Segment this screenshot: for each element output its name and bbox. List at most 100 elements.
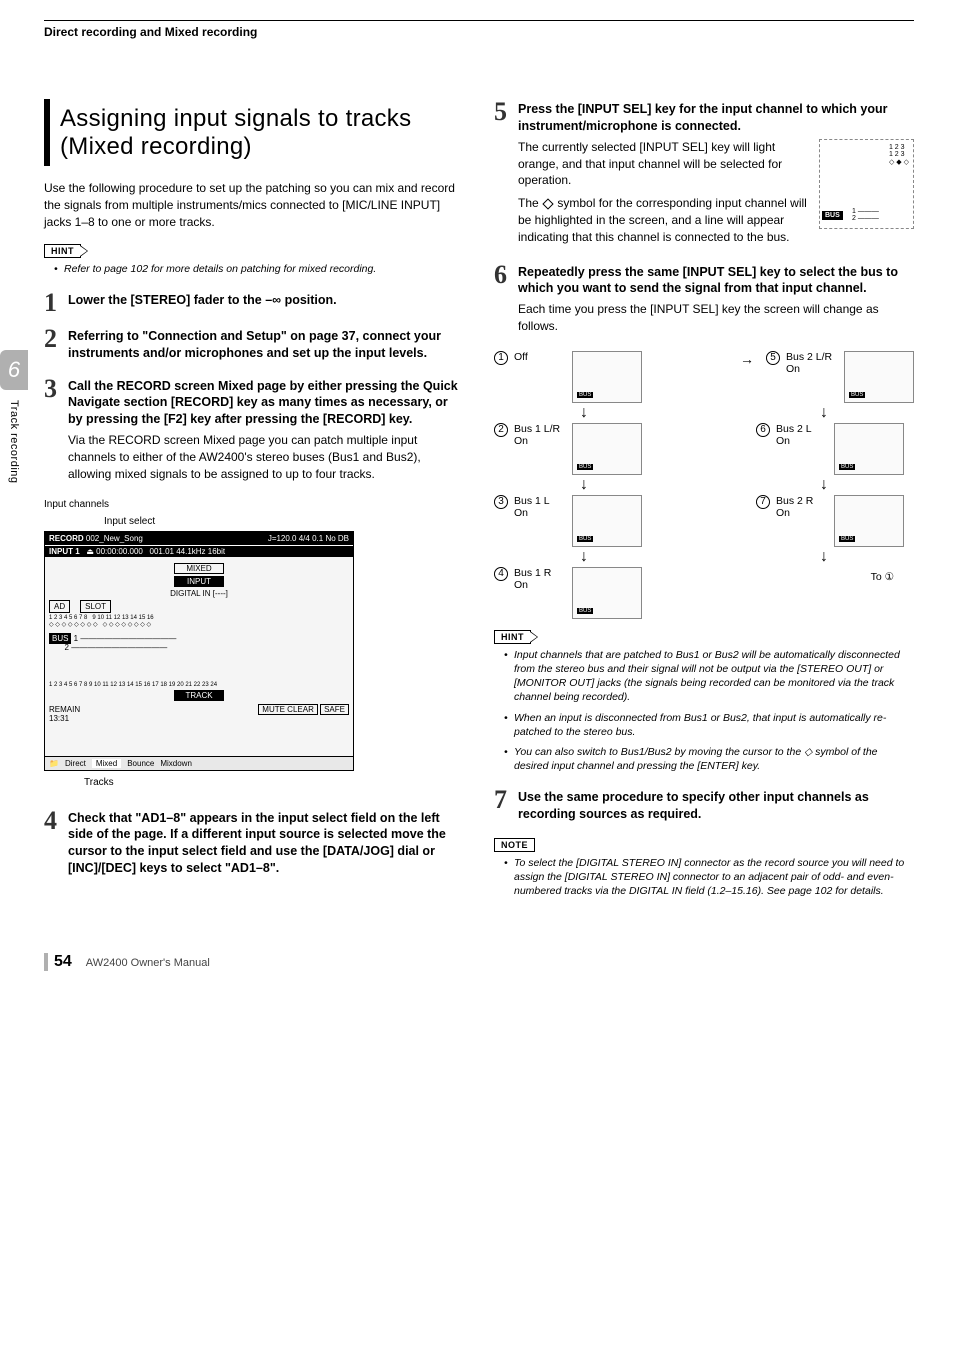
- figure-label-input-select: Input select: [104, 516, 464, 527]
- step-number: 5: [494, 99, 518, 125]
- bus-mini-figure: BUS: [572, 567, 642, 619]
- sh-remain: REMAIN: [49, 705, 80, 714]
- down-arrow-icon: ↓: [494, 477, 674, 493]
- circled-2: 2: [494, 423, 508, 437]
- sh-subtitle: INPUT 1: [49, 547, 80, 556]
- bus-diagram-inline: 1 2 31 2 3◇ ◆ ◇ BUS 1 ———2 ———: [819, 139, 914, 229]
- hint-item: Refer to page 102 for more details on pa…: [54, 262, 464, 276]
- step-2: 2 Referring to "Connection and Setup" on…: [44, 326, 464, 366]
- sh-song: 002_New_Song: [86, 534, 143, 543]
- bus-state-label: Bus 2 R On: [776, 495, 828, 520]
- manual-title: AW2400 Owner's Manual: [86, 957, 210, 969]
- bus-state-label: Bus 2 L/R On: [786, 351, 838, 376]
- step-number: 1: [44, 290, 68, 316]
- bus-mini-figure: BUS: [834, 423, 904, 475]
- step-paragraph: Via the RECORD screen Mixed page you can…: [68, 432, 464, 482]
- page-number: 54: [44, 953, 72, 971]
- bus-chip: BUS: [839, 464, 855, 470]
- circled-3: 3: [494, 495, 508, 509]
- running-head: Direct recording and Mixed recording: [44, 25, 914, 39]
- bus-mini-figure: BUS: [844, 351, 914, 403]
- step-heading: Use the same procedure to specify other …: [518, 789, 914, 823]
- sh-safe: SAFE: [320, 704, 349, 715]
- sh-bus: BUS: [49, 633, 71, 644]
- bus-mini-figure: BUS: [572, 495, 642, 547]
- note-tag: NOTE: [494, 838, 535, 852]
- bus-state-label: Bus 1 R On: [514, 567, 566, 592]
- section-title: Assigning input signals to tracks (Mixed…: [60, 105, 454, 160]
- bus-chip: BUS: [849, 392, 865, 398]
- step-heading: Call the RECORD screen Mixed page by eit…: [68, 378, 464, 429]
- step-7: 7 Use the same procedure to specify othe…: [494, 787, 914, 827]
- sh-tab-direct: Direct: [65, 759, 86, 768]
- step-number: 2: [44, 326, 68, 352]
- bus-mini-figure: BUS: [834, 495, 904, 547]
- right-arrow-icon: →: [740, 351, 754, 367]
- bus-chip: BUS: [577, 392, 593, 398]
- bus-state-grid: 1 Off BUS ↓ 2 Bus 1 L/R On BUS ↓ 3 Bus 1…: [494, 351, 914, 619]
- down-arrow-icon: ↓: [734, 405, 914, 421]
- diamond-icon: [542, 198, 553, 209]
- intro-paragraph: Use the following procedure to set up th…: [44, 180, 464, 230]
- circled-1: 1: [494, 351, 508, 365]
- step-number: 3: [44, 376, 68, 402]
- circled-6: 6: [756, 423, 770, 437]
- sh-remain-val: 13:31: [49, 714, 69, 723]
- step-heading: Press the [INPUT SEL] key for the input …: [518, 101, 914, 135]
- bus-state-label: Bus 2 L On: [776, 423, 828, 448]
- sh-timecode: 00:00:00.000: [96, 547, 143, 556]
- down-arrow-icon: ↓: [734, 477, 914, 493]
- bus-chip: BUS: [577, 608, 593, 614]
- step-4: 4 Check that "AD1–8" appears in the inpu…: [44, 808, 464, 882]
- step-heading: Lower the [STEREO] fader to the –∞ posit…: [68, 292, 464, 309]
- figure-label-input-channels: Input channels: [44, 499, 464, 510]
- record-screen-figure: RECORD 002_New_Song J=120.0 4/4 0.1 No D…: [44, 531, 354, 771]
- bus-state-label: Bus 1 L/R On: [514, 423, 566, 448]
- step-heading: Repeatedly press the same [INPUT SEL] ke…: [518, 264, 914, 298]
- sh-tab-mixed: Mixed: [92, 759, 121, 768]
- circled-5: 5: [766, 351, 780, 365]
- sh-title: RECORD: [49, 534, 84, 543]
- circled-4: 4: [494, 567, 508, 581]
- sh-mixed-label: MIXED: [174, 563, 224, 574]
- to-one-label: To ①: [734, 571, 914, 583]
- hint-tag: HINT: [44, 244, 81, 258]
- step-6: 6 Repeatedly press the same [INPUT SEL] …: [494, 262, 914, 341]
- bus-chip: BUS: [839, 536, 855, 542]
- left-column: Assigning input signals to tracks (Mixed…: [44, 99, 464, 913]
- step-1: 1 Lower the [STEREO] fader to the –∞ pos…: [44, 290, 464, 316]
- step-heading: Referring to "Connection and Setup" on p…: [68, 328, 464, 362]
- bus-chip: BUS: [822, 211, 843, 220]
- down-arrow-icon: ↓: [494, 405, 674, 421]
- side-tab: 6 Track recording: [0, 350, 28, 484]
- sh-slot: SLOT: [80, 600, 111, 613]
- down-arrow-icon: ↓: [734, 549, 914, 565]
- figure-label-tracks: Tracks: [84, 777, 464, 788]
- sh-rate: 001.01 44.1kHz 16bit: [150, 547, 226, 556]
- hint-item: Input channels that are patched to Bus1 …: [504, 648, 914, 705]
- step-number: 6: [494, 262, 518, 288]
- bus-state-label: Bus 1 L On: [514, 495, 566, 520]
- sh-input-label: INPUT: [174, 576, 224, 587]
- circled-7: 7: [756, 495, 770, 509]
- sh-ad: AD: [49, 600, 70, 613]
- down-arrow-icon: ↓: [494, 549, 674, 565]
- note-box: NOTE To select the [DIGITAL STEREO IN] c…: [494, 837, 914, 899]
- sh-tempo: J=120.0 4/4: [268, 534, 310, 543]
- sh-digital-in: DIGITAL IN: [170, 589, 210, 598]
- sh-scene: 0.1 No DB: [312, 534, 349, 543]
- hint-box-bottom: HINT Input channels that are patched to …: [494, 629, 914, 773]
- sh-mute-clear: MUTE CLEAR: [258, 704, 318, 715]
- bus-chip: BUS: [577, 464, 593, 470]
- note-item: To select the [DIGITAL STEREO IN] connec…: [504, 856, 914, 899]
- right-column: 5 Press the [INPUT SEL] key for the inpu…: [494, 99, 914, 913]
- bus-chip: BUS: [577, 536, 593, 542]
- hint-box-top: HINT Refer to page 102 for more details …: [44, 243, 464, 276]
- chapter-number: 6: [0, 350, 28, 390]
- bus-state-label: Off: [514, 351, 566, 364]
- chapter-title: Track recording: [8, 400, 20, 484]
- section-title-box: Assigning input signals to tracks (Mixed…: [44, 99, 464, 166]
- hint-item: You can also switch to Bus1/Bus2 by movi…: [504, 745, 914, 773]
- step-3: 3 Call the RECORD screen Mixed page by e…: [44, 376, 464, 489]
- step-heading: Check that "AD1–8" appears in the input …: [68, 810, 464, 878]
